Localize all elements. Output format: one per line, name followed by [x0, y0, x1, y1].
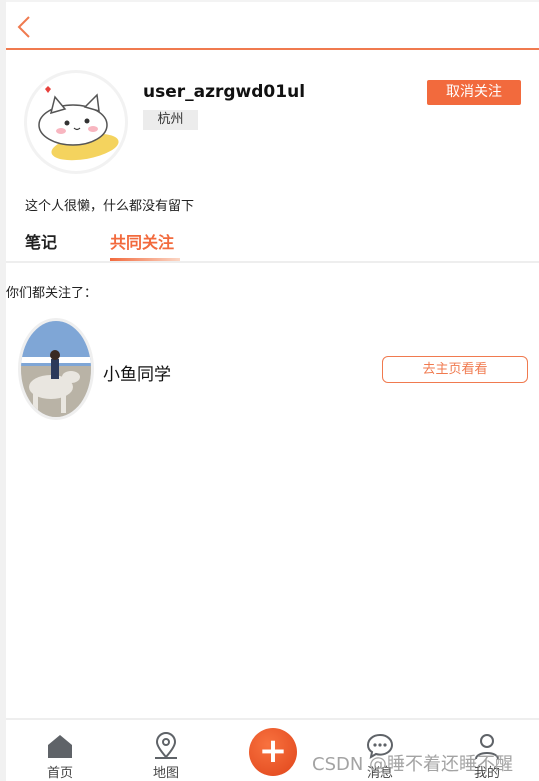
- username: user_azrgwd01ul: [143, 82, 306, 102]
- watermark: CSDN @睡不着还睡不醒: [312, 754, 514, 775]
- bio-text: 这个人很懒，什么都没有留下: [25, 199, 195, 214]
- mutual-follows-title: 你们都关注了：: [6, 286, 98, 301]
- visit-profile-button[interactable]: 去主页看看: [382, 356, 528, 383]
- friend-avatar[interactable]: [18, 318, 94, 420]
- nav-item-home[interactable]: 首页: [30, 732, 90, 781]
- friend-photo-icon: [21, 321, 91, 417]
- add-post-button[interactable]: +: [249, 728, 297, 776]
- back-button[interactable]: [14, 14, 38, 40]
- city-tag: 杭州: [143, 110, 198, 130]
- divider: [6, 261, 539, 263]
- unfollow-button[interactable]: 取消关注: [427, 80, 521, 105]
- nav-item-map[interactable]: 地图: [136, 732, 196, 781]
- nav-label-map: 地图: [152, 766, 179, 781]
- cat-avatar-icon: [38, 86, 119, 161]
- tab-notes[interactable]: 笔记: [25, 229, 57, 253]
- friend-name[interactable]: 小鱼同学: [103, 360, 171, 385]
- nav-label-home: 首页: [46, 766, 73, 781]
- home-icon: [48, 735, 72, 758]
- tab-mutual-follows[interactable]: 共同关注: [110, 229, 174, 253]
- top-bar: [6, 0, 539, 50]
- profile-avatar[interactable]: [24, 70, 128, 174]
- map-pin-icon: [155, 732, 177, 759]
- chevron-left-icon: [17, 16, 30, 38]
